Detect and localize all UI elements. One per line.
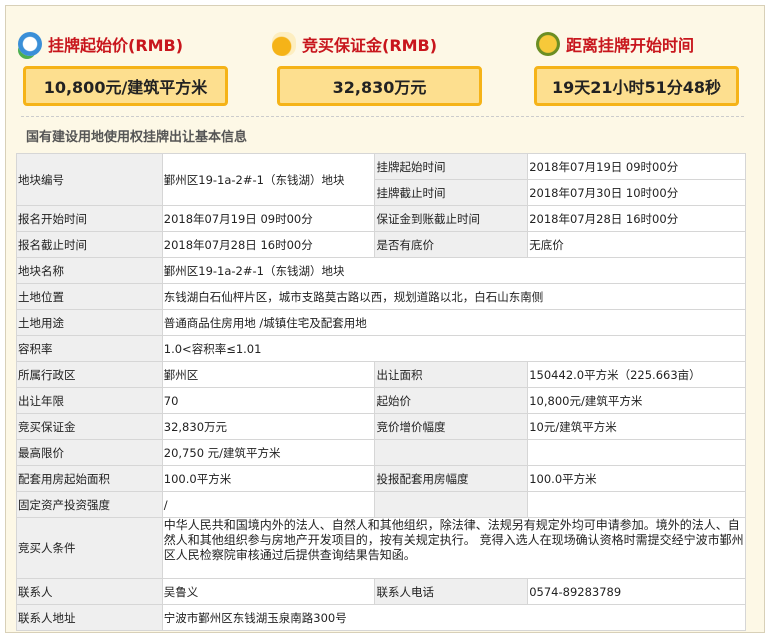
value: 1.0<容积率≤1.01: [161, 335, 747, 362]
label: 地块名称: [16, 257, 163, 284]
table-row: 土地用途 普通商品住房用地 /城镇住宅及配套用地: [16, 309, 747, 336]
section-title: 国有建设用地使用权挂牌出让基本信息: [26, 130, 248, 145]
value: /: [161, 491, 376, 518]
countdown-header: 距离挂牌开始时间: [536, 32, 694, 56]
divider: [21, 116, 744, 117]
deposit-value: 32,830万元: [277, 66, 482, 106]
label: 竞买保证金: [16, 413, 163, 440]
label: 竞价增价幅度: [374, 413, 529, 440]
label: 报名截止时间: [16, 231, 163, 258]
label: 地块编号: [16, 153, 163, 206]
value: 32,830万元: [161, 413, 376, 440]
empty-cell: [527, 439, 746, 466]
value: 70: [161, 387, 376, 414]
land-info-panel: 挂牌起始价(RMB) 竞买保证金(RMB) 距离挂牌开始时间 10,800元/建…: [5, 5, 765, 633]
deposit-header: 竞买保证金(RMB): [272, 32, 437, 56]
table-row: 固定资产投资强度 /: [16, 491, 746, 518]
label: 联系人电话: [374, 578, 529, 605]
table-row: 竞买人条件 中华人民共和国境内外的法人、自然人和其他组织，除法律、法规另有规定外均…: [16, 517, 747, 579]
label: 报名开始时间: [16, 205, 163, 232]
label: 挂牌起始时间: [374, 153, 529, 180]
label: 保证金到账截止时间: [374, 205, 529, 232]
table-row: 报名截止时间 2018年07月28日 16时00分 是否有底价 无底价: [16, 231, 746, 258]
table-row: 容积率 1.0<容积率≤1.01: [16, 335, 747, 362]
value: 150442.0平方米（225.663亩）: [527, 361, 746, 388]
table-row: 出让年限 70 起始价 10,800元/建筑平方米: [16, 387, 746, 414]
table-row: 报名开始时间 2018年07月19日 09时00分 保证金到账截止时间 2018年07…: [16, 205, 746, 232]
value: 2018年07月28日 16时00分: [161, 231, 376, 258]
value: 鄞州区19-1a-2#-1（东钱湖）地块: [161, 153, 376, 206]
value: 吴鲁义: [161, 578, 376, 605]
table-row: 地块编号 鄞州区19-1a-2#-1（东钱湖）地块 挂牌起始时间 2018年07月19…: [16, 153, 746, 206]
label: 起始价: [374, 387, 529, 414]
label: 所属行政区: [16, 361, 163, 388]
start-price-header: 挂牌起始价(RMB): [18, 32, 183, 56]
value: 宁波市鄞州区东钱湖玉泉南路300号: [161, 604, 747, 631]
alarm-clock-icon: [536, 32, 560, 56]
value: 10,800元/建筑平方米: [527, 387, 746, 414]
start-price-value: 10,800元/建筑平方米: [23, 66, 228, 106]
deposit-title: 竞买保证金(RMB): [302, 36, 438, 55]
table-row: 竞买保证金 32,830万元 竞价增价幅度 10元/建筑平方米: [16, 413, 746, 440]
table-row: 土地位置 东钱湖白石仙枰片区，城市支路莫古路以西，规划道路以北，白石山东南侧: [16, 283, 747, 310]
value: 10元/建筑平方米: [527, 413, 746, 440]
value: 2018年07月19日 09时00分: [527, 153, 746, 180]
value: 2018年07月28日 16时00分: [527, 205, 746, 232]
countdown-value: 19天21小时51分48秒: [534, 66, 739, 106]
label: 是否有底价: [374, 231, 529, 258]
value: 20,750 元/建筑平方米: [161, 439, 376, 466]
value: 东钱湖白石仙枰片区，城市支路莫古路以西，规划道路以北，白石山东南侧: [161, 283, 747, 310]
countdown-title: 距离挂牌开始时间: [566, 36, 695, 55]
value: 无底价: [527, 231, 746, 258]
label: 联系人: [16, 578, 163, 605]
value: 100.0平方米: [161, 465, 376, 492]
label: 投报配套用房幅度: [374, 465, 529, 492]
value: 0574-89283789: [527, 578, 746, 605]
table-row: 联系人 吴鲁义 联系人电话 0574-89283789: [16, 578, 746, 605]
land-info-table: 地块编号 鄞州区19-1a-2#-1（东钱湖）地块 挂牌起始时间 2018年07月19…: [16, 153, 747, 631]
clock-money-icon: [18, 32, 42, 56]
label: 挂牌截止时间: [374, 179, 529, 206]
value: 100.0平方米: [527, 465, 746, 492]
value: 普通商品住房用地 /城镇住宅及配套用地: [161, 309, 747, 336]
empty-cell: [374, 491, 529, 518]
label: 联系人地址: [16, 604, 163, 631]
value: 鄞州区19-1a-2#-1（东钱湖）地块: [161, 257, 747, 284]
table-row: 所属行政区 鄞州区 出让面积 150442.0平方米（225.663亩）: [16, 361, 746, 388]
label: 竞买人条件: [16, 517, 163, 579]
table-row: 最高限价 20,750 元/建筑平方米: [16, 439, 746, 466]
label: 出让年限: [16, 387, 163, 414]
value: 中华人民共和国境内外的法人、自然人和其他组织，除法律、法规另有规定外均可申请参加…: [161, 517, 747, 579]
empty-cell: [527, 491, 746, 518]
money-bag-icon: [272, 32, 296, 56]
label: 固定资产投资强度: [16, 491, 163, 518]
value: 2018年07月19日 09时00分: [161, 205, 376, 232]
label: 出让面积: [374, 361, 529, 388]
empty-cell: [374, 439, 529, 466]
table-row: 地块名称 鄞州区19-1a-2#-1（东钱湖）地块: [16, 257, 747, 284]
label: 配套用房起始面积: [16, 465, 163, 492]
label: 土地用途: [16, 309, 163, 336]
table-row: 联系人地址 宁波市鄞州区东钱湖玉泉南路300号: [16, 604, 747, 631]
table-row: 配套用房起始面积 100.0平方米 投报配套用房幅度 100.0平方米: [16, 465, 746, 492]
value: 鄞州区: [161, 361, 376, 388]
label: 最高限价: [16, 439, 163, 466]
label: 土地位置: [16, 283, 163, 310]
label: 容积率: [16, 335, 163, 362]
start-price-title: 挂牌起始价(RMB): [48, 36, 184, 55]
value: 2018年07月30日 10时00分: [527, 179, 746, 206]
